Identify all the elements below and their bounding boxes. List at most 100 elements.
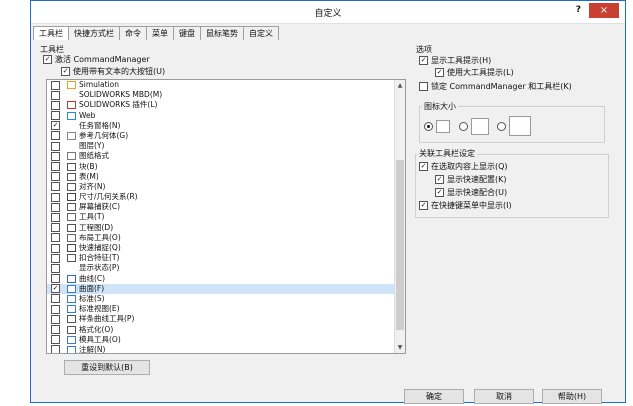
list-item[interactable]: 工程图(D) (47, 223, 405, 233)
show-tooltips-checkbox[interactable]: ✓ 显示工具提示(H) (419, 56, 491, 66)
list-item[interactable]: 布局工具(O) (47, 233, 405, 243)
checkbox[interactable]: ✓ (419, 201, 428, 210)
checkbox[interactable] (51, 335, 60, 345)
list-item[interactable]: 显示状态(P) (47, 263, 405, 273)
checkbox[interactable]: ✓ (61, 67, 70, 76)
list-item[interactable]: SOLIDWORKS MBD(M) (47, 90, 405, 100)
checkbox[interactable] (51, 304, 60, 314)
checkbox[interactable] (51, 131, 60, 141)
list-item[interactable]: 注解(N) (47, 345, 405, 353)
activate-cm-checkbox[interactable]: ✓ 激活 CommandManager (43, 55, 150, 65)
list-item[interactable]: ✓ 任务窗格(N) (47, 121, 405, 131)
checkbox[interactable] (51, 90, 60, 100)
list-item-label: 表(M) (79, 171, 99, 181)
icon-size-small-radio[interactable] (424, 121, 433, 131)
show-in-selection-checkbox[interactable]: ✓ 在选取内容上显示(Q) (419, 162, 508, 172)
list-item[interactable]: 模具工具(O) (47, 335, 405, 345)
list-item-label: 曲线(C) (79, 273, 106, 283)
scroll-up-icon[interactable]: ▲ (395, 82, 405, 89)
lock-cm-checkbox[interactable]: 锁定 CommandManager 和工具栏(K) (419, 82, 591, 91)
tab-mouse-gestures[interactable]: 鼠标笔势 (200, 26, 244, 40)
list-item[interactable]: 块(B) (47, 162, 405, 172)
checkbox[interactable] (51, 223, 60, 233)
checkbox[interactable] (51, 243, 60, 253)
list-item[interactable]: 标准视图(E) (47, 304, 405, 314)
cancel-button[interactable]: 取消 (474, 389, 534, 404)
checkbox[interactable] (51, 100, 60, 110)
tab-shortcut-bars[interactable]: 快捷方式栏 (68, 26, 120, 40)
ok-button[interactable]: 确定 (404, 389, 464, 404)
checkbox[interactable] (51, 162, 60, 171)
list-item-label: 尺寸/几何关系(R) (79, 192, 138, 202)
checkbox[interactable]: ✓ (419, 56, 428, 65)
tab-commands[interactable]: 命令 (119, 26, 147, 40)
tab-keyboard[interactable]: 键盘 (173, 26, 201, 40)
list-item[interactable]: Web (47, 111, 405, 121)
scroll-thumb[interactable] (396, 160, 404, 330)
large-tooltips-checkbox[interactable]: ✓ 使用大工具提示(L) (435, 68, 514, 78)
list-item[interactable]: 快速捕捉(Q) (47, 243, 405, 253)
context-title: 关联工具栏设定 (417, 149, 477, 159)
tab-customization[interactable]: 自定义 (243, 26, 279, 40)
list-item-label: 标准视图(E) (79, 304, 120, 314)
list-item[interactable]: SOLIDWORKS 插件(L) (47, 100, 405, 110)
spline-icon (67, 315, 76, 324)
list-item[interactable]: 参考几何体(G) (47, 131, 405, 141)
list-item[interactable]: 屏幕捕获(C) (47, 202, 405, 212)
list-item[interactable]: 对齐(N) (47, 182, 405, 192)
help-icon[interactable]: ? (576, 5, 581, 15)
checkbox[interactable]: ✓ (419, 162, 428, 171)
reset-default-button[interactable]: 重设到默认(B) (64, 360, 150, 375)
show-in-shortcut-checkbox[interactable]: ✓ 在快捷键菜单中显示(I) (419, 201, 512, 211)
scroll-down-icon[interactable]: ▼ (395, 344, 405, 351)
list-item[interactable]: Simulation (47, 80, 405, 90)
checkbox[interactable] (51, 325, 60, 334)
checkbox[interactable]: ✓ (43, 55, 52, 64)
checkbox[interactable] (51, 151, 60, 161)
toolbar-list[interactable]: Simulation SOLIDWORKS MBD(M) SOLIDWORKS 插件… (46, 79, 406, 354)
checkbox[interactable] (51, 294, 60, 304)
checkbox[interactable] (51, 253, 60, 263)
checkbox[interactable]: ✓ (51, 121, 60, 131)
checkbox[interactable] (51, 233, 60, 243)
icon-size-medium-radio[interactable] (458, 121, 468, 131)
checkbox[interactable] (419, 82, 428, 91)
checkbox[interactable] (51, 263, 60, 273)
checkbox[interactable] (51, 182, 60, 192)
checkbox[interactable] (51, 172, 60, 182)
list-item[interactable]: 扣合特征(T) (47, 253, 405, 263)
list-item-label: 布局工具(O) (79, 232, 121, 242)
checkbox[interactable] (51, 192, 60, 202)
tab-toolbars[interactable]: 工具栏 (33, 26, 69, 40)
list-item[interactable]: 图纸格式 (47, 151, 405, 161)
checkbox[interactable]: ✓ (51, 284, 60, 294)
tab-menus[interactable]: 菜单 (146, 26, 174, 40)
checkbox[interactable] (51, 202, 60, 212)
help-button[interactable]: 帮助(H) (542, 389, 602, 404)
icon-size-large-radio[interactable] (497, 121, 507, 131)
list-item[interactable]: 表(M) (47, 172, 405, 182)
list-item[interactable]: ✓ 曲面(F) (47, 283, 405, 294)
checkbox[interactable] (51, 80, 60, 90)
list-item[interactable]: 曲线(C) (47, 274, 405, 284)
show-quick-mate-checkbox[interactable]: ✓ 显示快速配合(U) (435, 188, 507, 198)
list-item[interactable]: 工具(T) (47, 212, 405, 222)
close-button[interactable]: × (589, 3, 619, 18)
checkbox[interactable]: ✓ (435, 175, 444, 184)
show-quick-config-checkbox[interactable]: ✓ 显示快速配置(K) (435, 175, 507, 185)
checkbox[interactable]: ✓ (435, 188, 444, 197)
checkbox[interactable]: ✓ (435, 68, 444, 77)
checkbox[interactable] (51, 141, 60, 151)
list-item[interactable]: 尺寸/几何关系(R) (47, 192, 405, 202)
list-item[interactable]: 格式化(O) (47, 325, 405, 335)
checkbox[interactable] (51, 345, 60, 353)
list-item[interactable]: 图层(Y) (47, 141, 405, 151)
list-item[interactable]: 样条曲线工具(P) (47, 314, 405, 324)
list-item[interactable]: 标准(S) (47, 294, 405, 304)
checkbox[interactable] (51, 111, 60, 121)
scrollbar[interactable]: ▲ ▼ (394, 80, 405, 353)
checkbox[interactable] (51, 274, 60, 284)
checkbox[interactable] (51, 314, 60, 324)
large-buttons-checkbox[interactable]: ✓ 使用带有文本的大按钮(U) (61, 67, 165, 77)
checkbox[interactable] (51, 212, 60, 222)
